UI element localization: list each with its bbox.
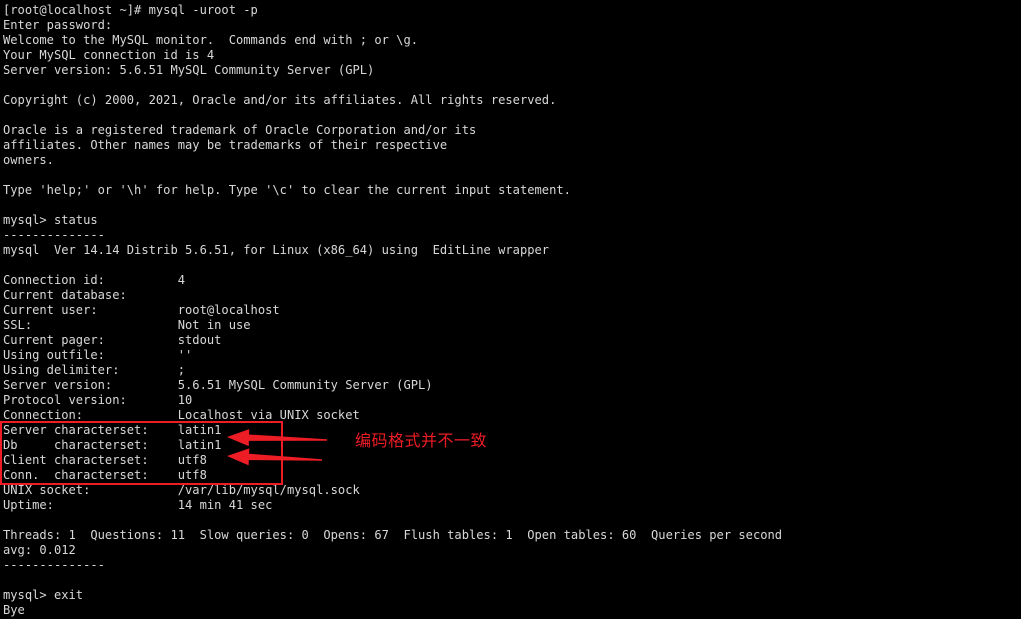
terminal-line: Current database: xyxy=(3,288,127,302)
terminal-line: Db characterset: latin1 xyxy=(3,438,222,452)
terminal-line: Uptime: 14 min 41 sec xyxy=(3,498,273,512)
terminal-line: -------------- xyxy=(3,558,105,572)
terminal-line: Current pager: stdout xyxy=(3,333,222,347)
terminal-line: avg: 0.012 xyxy=(3,543,76,557)
terminal-output: [root@localhost ~]# mysql -uroot -p Enter… xyxy=(3,3,1021,618)
terminal-line: Server version: 5.6.51 MySQL Community S… xyxy=(3,378,433,392)
terminal-line: Welcome to the MySQL monitor. Commands e… xyxy=(3,33,419,47)
terminal-line: owners. xyxy=(3,153,54,167)
terminal-line: Server version: 5.6.51 MySQL Community S… xyxy=(3,63,375,77)
terminal-line: affiliates. Other names may be trademark… xyxy=(3,138,448,152)
terminal-line: Protocol version: 10 xyxy=(3,393,193,407)
terminal-line: Server characterset: latin1 xyxy=(3,423,222,437)
terminal-line: Threads: 1 Questions: 11 Slow queries: 0… xyxy=(3,528,783,542)
terminal-line: Connection: Localhost via UNIX socket xyxy=(3,408,360,422)
terminal-line: Your MySQL connection id is 4 xyxy=(3,48,215,62)
terminal-line: SSL: Not in use xyxy=(3,318,251,332)
terminal-line: [root@localhost ~]# mysql -uroot -p xyxy=(3,3,258,17)
terminal-line: Using outfile: '' xyxy=(3,348,193,362)
terminal-line: Enter password: xyxy=(3,18,113,32)
terminal-line: Oracle is a registered trademark of Orac… xyxy=(3,123,477,137)
terminal-line: Current user: root@localhost xyxy=(3,303,280,317)
terminal-line: -------------- xyxy=(3,228,105,242)
terminal-line: Using delimiter: ; xyxy=(3,363,186,377)
terminal-line: mysql> exit xyxy=(3,588,84,602)
terminal-window[interactable]: [root@localhost ~]# mysql -uroot -p Enter… xyxy=(0,0,1021,619)
terminal-line: UNIX socket: /var/lib/mysql/mysql.sock xyxy=(3,483,360,497)
terminal-line: mysql> status xyxy=(3,213,98,227)
terminal-line: Bye xyxy=(3,603,25,617)
terminal-line: Client characterset: utf8 xyxy=(3,453,207,467)
terminal-line: Connection id: 4 xyxy=(3,273,186,287)
terminal-line: Type 'help;' or '\h' for help. Type '\c'… xyxy=(3,183,571,197)
terminal-line: Copyright (c) 2000, 2021, Oracle and/or … xyxy=(3,93,557,107)
terminal-line: mysql Ver 14.14 Distrib 5.6.51, for Linu… xyxy=(3,243,550,257)
terminal-line: Conn. characterset: utf8 xyxy=(3,468,207,482)
